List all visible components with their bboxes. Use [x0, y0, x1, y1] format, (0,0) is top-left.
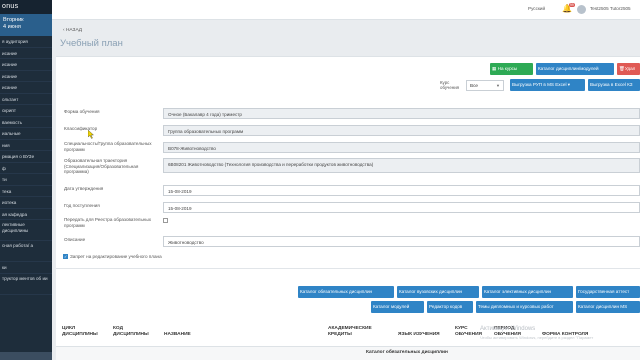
thesis-topics-button[interactable]: Темы дипломных и курсовых работ [476, 301, 573, 313]
admission-year-field[interactable]: 15-08-2019 [163, 202, 640, 213]
section-row: Каталог обязательных дисциплин [56, 346, 640, 360]
sidebar-item[interactable]: иальные [0, 128, 52, 140]
sidebar-date: Вторник 4 июня [0, 14, 52, 36]
page-title: Учебный план [60, 38, 123, 49]
sidebar: onus Вторник 4 июня я аудитория исание и… [0, 0, 52, 360]
specialty-field[interactable]: В078-Животноводство [163, 142, 640, 153]
sidebar-item[interactable]: тека [0, 186, 52, 197]
sidebar-item[interactable]: исание [0, 48, 52, 59]
sidebar-item[interactable]: исание [0, 71, 52, 82]
specialty-label: Специальность/Группа образовательных про… [64, 141, 152, 152]
kurs-select[interactable]: Все ▼ [466, 80, 504, 91]
university-catalog-button[interactable]: Каталог вузовских дисциплин [397, 286, 479, 298]
elective-catalog-button[interactable]: Каталог элективных дисциплин [482, 286, 573, 298]
top-bar: Русский 🔔 99 Test2505 Tutor2505 [52, 0, 640, 20]
to-courses-button[interactable]: ▦ На курсы [490, 63, 533, 75]
description-field[interactable]: Животноводство [163, 236, 640, 247]
edit-ban-label: Запрет на редактирование учебного плана [70, 254, 162, 259]
date-day: 4 июня [3, 24, 21, 30]
sidebar-item[interactable]: ваемость [0, 117, 52, 128]
back-link[interactable]: ‹ НАЗАД [63, 28, 82, 33]
classifier-field[interactable]: Группа образовательных программ [163, 125, 640, 136]
modules-catalog-button[interactable]: Каталог модулей [371, 301, 424, 313]
column-header[interactable]: НАЗВАНИЕ [164, 332, 191, 338]
sidebar-item[interactable]: ти [0, 174, 52, 186]
notification-badge: 99 [569, 3, 575, 7]
language-selector[interactable]: Русский [528, 6, 545, 11]
sidebar-item[interactable]: я аудитория [0, 36, 52, 48]
trajectory-label: Образовательная траектория (Специализаци… [64, 158, 139, 174]
approval-date-label: Дата утверждения [64, 186, 104, 191]
sidebar-item[interactable]: скрипт [0, 105, 52, 117]
edit-ban-checkbox[interactable] [63, 254, 68, 259]
back-label: НАЗАД [65, 28, 83, 33]
caret-down-icon: ▾ [566, 82, 571, 87]
kurs-label: Курс обучения [440, 80, 460, 90]
windows-watermark-hint: Чтобы активировать Windows, перейдите в … [480, 335, 594, 340]
windows-watermark: Активация Windows [480, 326, 536, 332]
app-logo[interactable]: onus [0, 0, 52, 14]
kurs-select-value: Все [470, 83, 478, 88]
mouse-cursor-icon [88, 130, 94, 139]
sidebar-item[interactable]: ф [0, 163, 52, 174]
form-of-study-field[interactable]: Очное (Бакалавр 4 года) триместр [163, 108, 640, 119]
sidebar-item[interactable]: исание [0, 82, 52, 94]
avatar[interactable] [577, 5, 586, 14]
sidebar-item[interactable]: ки [0, 262, 52, 274]
column-header[interactable]: АКАДЕМИЧЕСКИЕ КРЕДИТЫ [328, 326, 388, 338]
export-excel-button[interactable]: Выгрузка в Excel КЗ [588, 79, 640, 91]
admission-year-label: Год поступления [64, 203, 100, 208]
sidebar-item[interactable]: исание [0, 59, 52, 71]
registry-label: Передать для Реестра образовательных про… [64, 217, 152, 228]
username[interactable]: Test2505 Tutor2505 [590, 6, 631, 11]
mandatory-catalog-button[interactable]: Каталог обязательных дисциплин [298, 286, 394, 298]
sidebar-item[interactable]: ая кафедра [0, 209, 52, 220]
section-title: Каталог обязательных дисциплин [366, 350, 448, 355]
column-header[interactable]: ЯЗЫК ИЗУЧЕНИЯ [398, 332, 440, 338]
date-weekday: Вторник [3, 17, 24, 23]
description-label: Описание [64, 237, 86, 242]
delete-button[interactable]: 🗑Удал [617, 63, 640, 75]
catalog-disciplines-modules-button[interactable]: Каталог дисциплин/модулей [536, 63, 614, 75]
sidebar-footer [0, 352, 52, 360]
column-header[interactable]: КОД ДИСЦИПЛИНЫ [113, 326, 157, 338]
sidebar-item[interactable]: рмация о ВУЗе [0, 151, 52, 163]
form-of-study-label: Форма обучения [64, 109, 100, 114]
classifier-label: Классификатор [64, 126, 98, 131]
state-attestation-button[interactable]: Государственная аттест [576, 286, 640, 298]
sidebar-item[interactable]: сная работа/ а [0, 241, 52, 262]
sidebar-item[interactable]: иотека [0, 197, 52, 209]
divider [56, 268, 640, 269]
sidebar-item[interactable]: ольтант [0, 94, 52, 105]
column-header[interactable]: ЦИКЛ ДИСЦИПЛИНЫ [62, 326, 106, 338]
chevron-down-icon: ▼ [496, 83, 500, 88]
sidebar-item[interactable]: труктор ментов об ии [0, 274, 52, 295]
trajectory-field[interactable]: 6В08201 Животноводство (Технология произ… [163, 158, 640, 173]
code-editor-button[interactable]: Редактор кодов [427, 301, 473, 313]
export-rup-excel-button[interactable]: Выгрузка РУП в MS Excel ▾ [510, 79, 585, 91]
ms-catalog-button[interactable]: Каталог дисциплин MS [576, 301, 640, 313]
sidebar-item[interactable]: ния [0, 140, 52, 151]
registry-checkbox[interactable] [163, 218, 168, 223]
sidebar-item[interactable]: лективные дисциплины [0, 220, 52, 241]
approval-date-field[interactable]: 15-08-2019 [163, 185, 640, 196]
